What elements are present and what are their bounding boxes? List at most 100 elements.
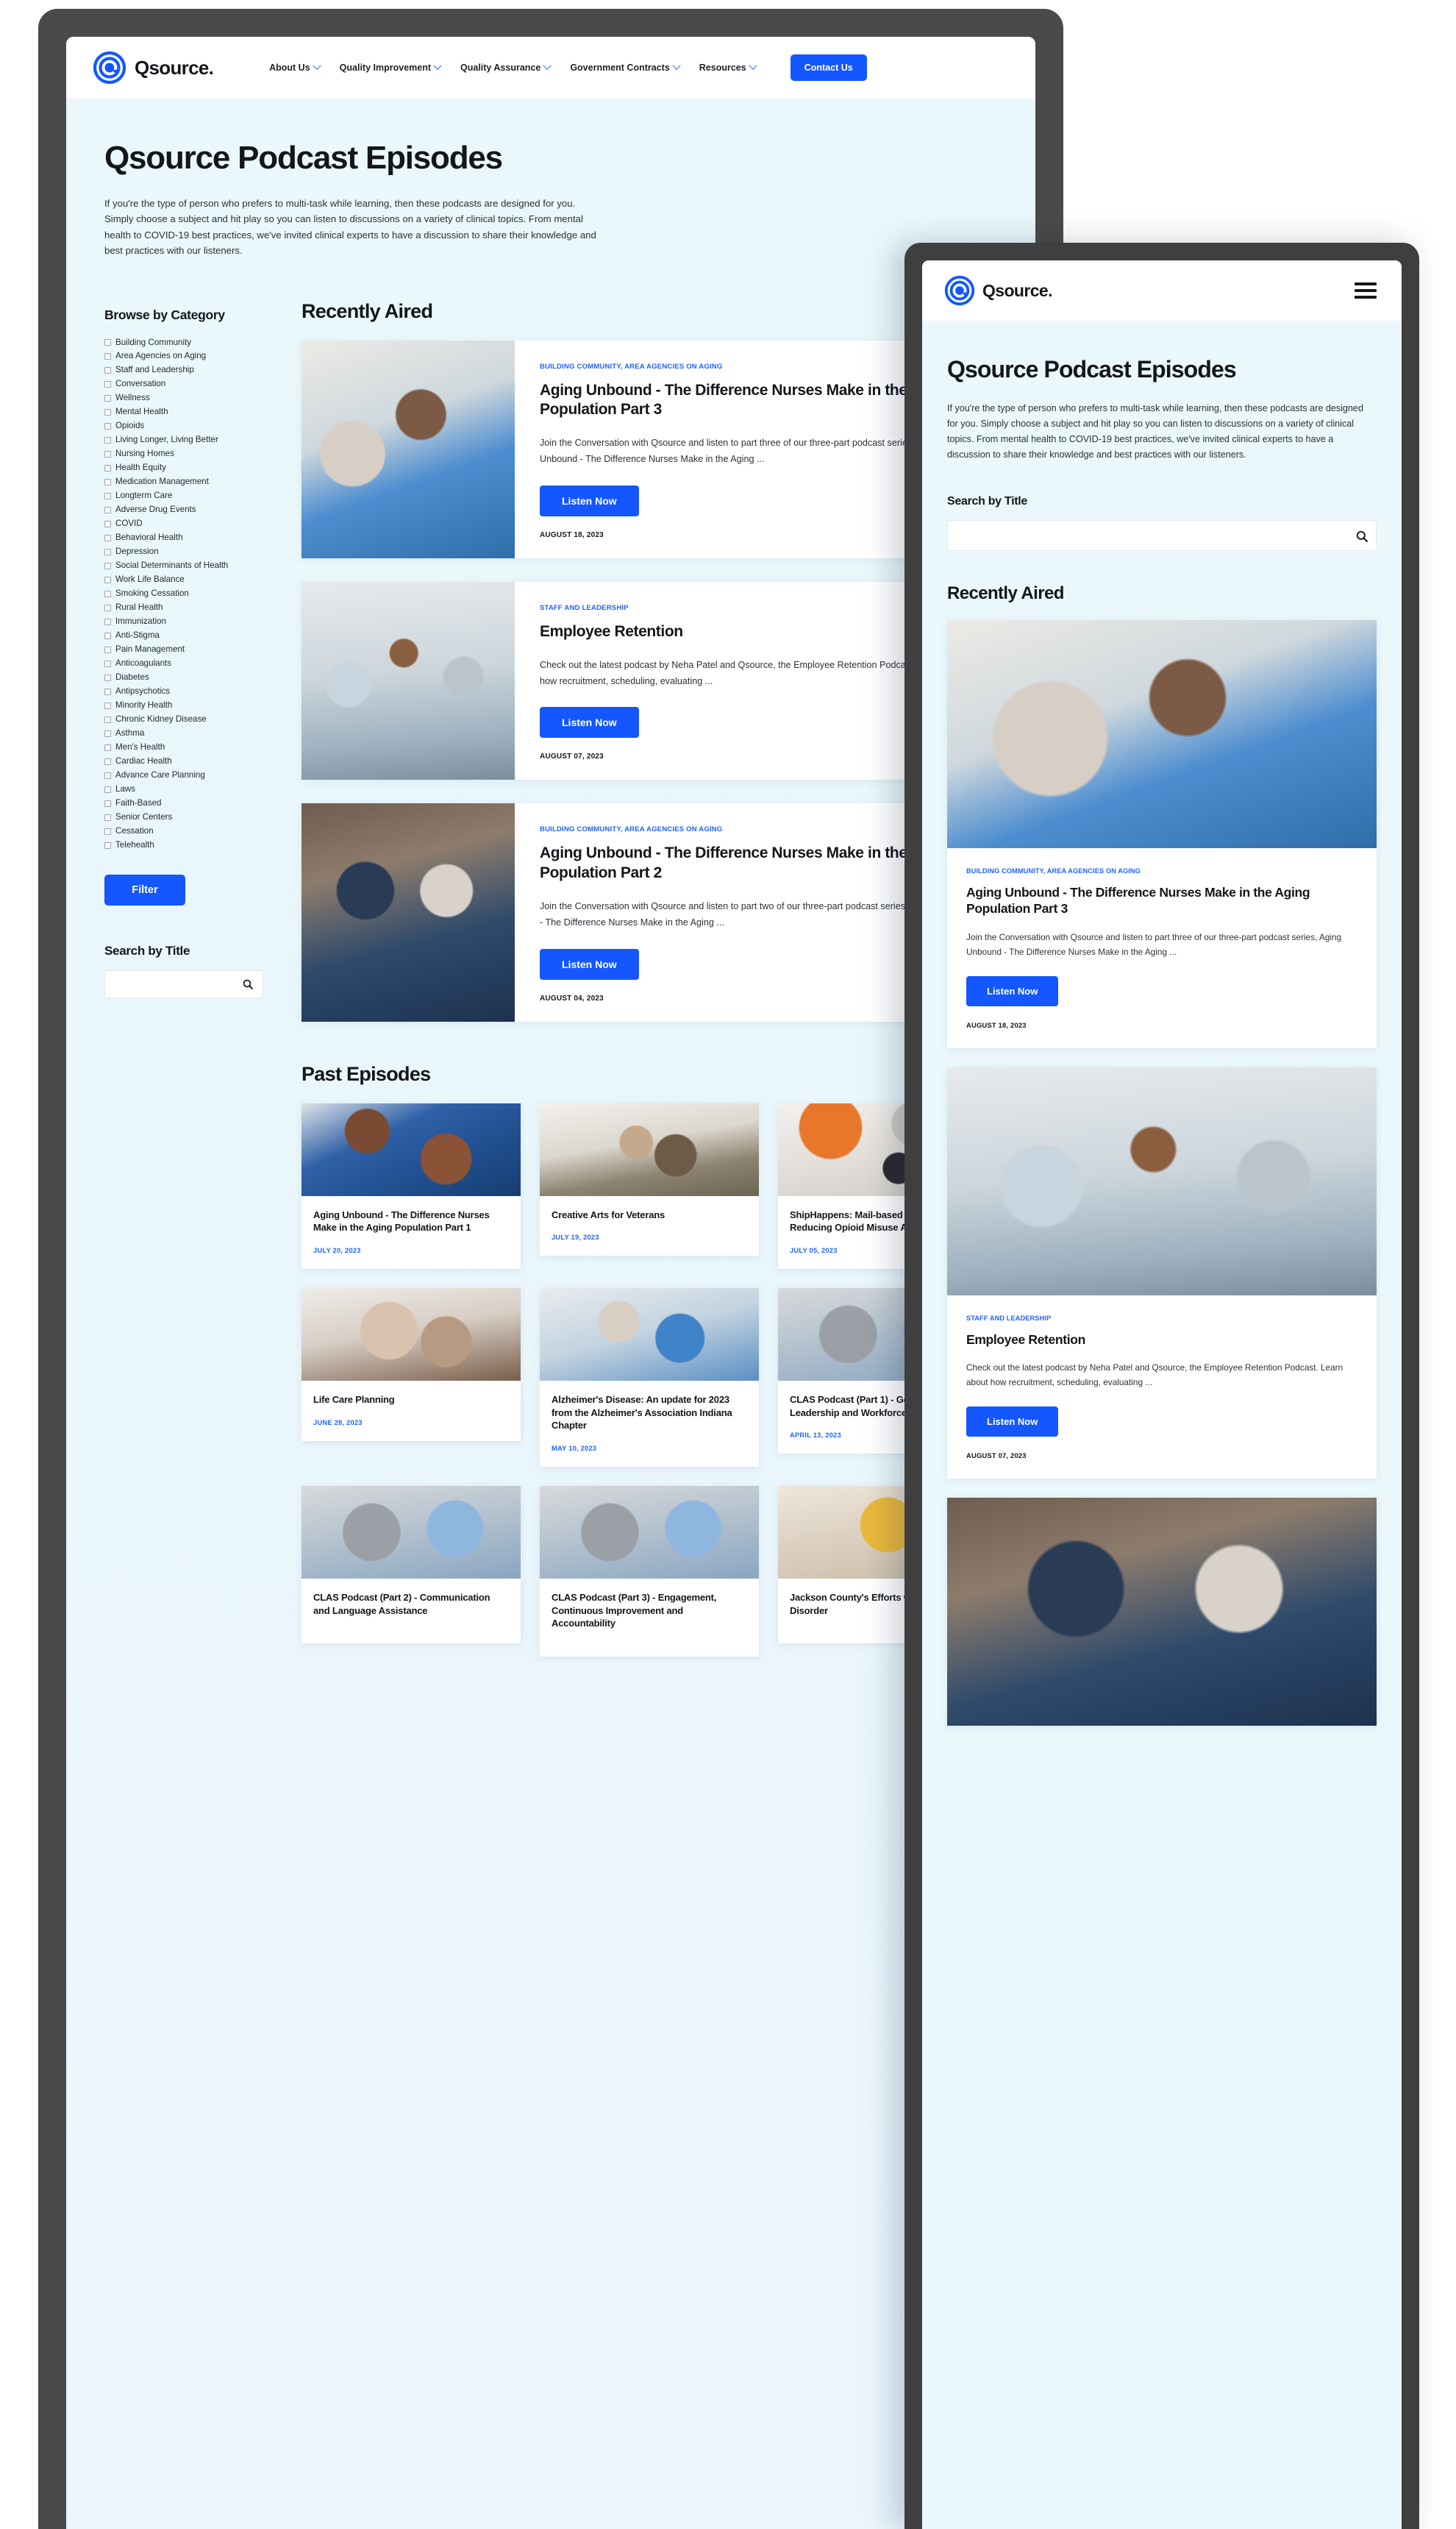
listen-now-button[interactable]: Listen Now: [540, 948, 639, 980]
past-episode-card[interactable]: CLAS Podcast (Part 2) - Communication an…: [301, 1486, 521, 1644]
nav-item-about-us[interactable]: About Us: [269, 61, 321, 73]
category-item[interactable]: Diabetes: [104, 672, 269, 683]
category-item[interactable]: Depression: [104, 547, 269, 557]
checkbox-icon[interactable]: [104, 409, 111, 416]
mobile-search-input[interactable]: [948, 520, 1376, 550]
category-item[interactable]: Conversation: [104, 379, 269, 389]
checkbox-icon[interactable]: [104, 772, 111, 779]
checkbox-icon[interactable]: [104, 604, 111, 611]
category-item[interactable]: Cessation: [104, 826, 269, 836]
episode-category[interactable]: BUILDING COMMUNITY, AREA AGENCIES ON AGI…: [966, 867, 1357, 875]
mobile-podcast-episode-card[interactable]: [947, 1498, 1377, 1726]
episode-title[interactable]: Alzheimer's Disease: An update for 2023 …: [552, 1393, 747, 1432]
checkbox-icon[interactable]: [104, 828, 111, 835]
checkbox-icon[interactable]: [104, 758, 111, 765]
mobile-podcast-episode-card[interactable]: BUILDING COMMUNITY, AREA AGENCIES ON AGI…: [947, 619, 1377, 1048]
episode-title[interactable]: Creative Arts for Veterans: [552, 1209, 747, 1222]
nav-item-quality-improvement[interactable]: Quality Improvement: [340, 61, 442, 73]
checkbox-icon[interactable]: [104, 353, 111, 360]
podcast-episode-card[interactable]: BUILDING COMMUNITY, AREA AGENCIES ON AGI…: [301, 803, 997, 1022]
checkbox-icon[interactable]: [104, 395, 111, 402]
checkbox-icon[interactable]: [104, 493, 111, 500]
category-item[interactable]: Antipsychotics: [104, 686, 269, 697]
filter-button[interactable]: Filter: [104, 874, 185, 906]
mobile-brand-logo[interactable]: Qsource.: [944, 275, 1053, 306]
checkbox-icon[interactable]: [104, 618, 111, 625]
checkbox-icon[interactable]: [104, 842, 111, 849]
checkbox-icon[interactable]: [104, 423, 111, 430]
checkbox-icon[interactable]: [104, 744, 111, 751]
category-item[interactable]: Opioids: [104, 421, 269, 431]
listen-now-button[interactable]: Listen Now: [966, 975, 1059, 1006]
nav-item-quality-assurance[interactable]: Quality Assurance: [460, 61, 552, 73]
category-item[interactable]: Asthma: [104, 728, 269, 739]
hamburger-menu-icon[interactable]: [1355, 279, 1377, 303]
checkbox-icon[interactable]: [104, 437, 111, 444]
checkbox-icon[interactable]: [104, 562, 111, 569]
past-episode-card[interactable]: Alzheimer's Disease: An update for 2023 …: [540, 1288, 759, 1468]
category-item[interactable]: Medication Management: [104, 477, 269, 487]
episode-title[interactable]: Employee Retention: [966, 1331, 1357, 1348]
category-item[interactable]: Social Determinants of Health: [104, 561, 269, 571]
category-item[interactable]: Building Community: [104, 338, 269, 348]
checkbox-icon[interactable]: [104, 716, 111, 723]
checkbox-icon[interactable]: [104, 465, 111, 472]
episode-title[interactable]: Aging Unbound - The Difference Nurses Ma…: [313, 1209, 509, 1234]
category-item[interactable]: Mental Health: [104, 407, 269, 417]
category-item[interactable]: Area Agencies on Aging: [104, 351, 269, 361]
listen-now-button[interactable]: Listen Now: [966, 1406, 1059, 1437]
checkbox-icon[interactable]: [104, 786, 111, 793]
nav-item-government-contracts[interactable]: Government Contracts: [570, 61, 681, 73]
category-item[interactable]: Longterm Care: [104, 491, 269, 501]
search-icon[interactable]: [243, 979, 253, 989]
category-item[interactable]: Senior Centers: [104, 812, 269, 822]
checkbox-icon[interactable]: [104, 339, 111, 346]
episode-category[interactable]: STAFF AND LEADERSHIP: [966, 1315, 1357, 1322]
category-item[interactable]: Rural Health: [104, 602, 269, 613]
category-item[interactable]: Anticoagulants: [104, 658, 269, 669]
podcast-episode-card[interactable]: STAFF AND LEADERSHIP Employee Retention Ch…: [301, 581, 997, 780]
category-item[interactable]: Pain Management: [104, 644, 269, 655]
episode-title[interactable]: CLAS Podcast (Part 3) - Engagement, Cont…: [552, 1591, 747, 1630]
category-item[interactable]: Smoking Cessation: [104, 588, 269, 599]
category-item[interactable]: Men's Health: [104, 742, 269, 753]
checkbox-icon[interactable]: [104, 590, 111, 597]
checkbox-icon[interactable]: [104, 632, 111, 639]
category-item[interactable]: Living Longer, Living Better: [104, 435, 269, 445]
checkbox-icon[interactable]: [104, 702, 111, 709]
checkbox-icon[interactable]: [104, 688, 111, 695]
category-item[interactable]: Minority Health: [104, 700, 269, 711]
checkbox-icon[interactable]: [104, 674, 111, 681]
category-item[interactable]: Laws: [104, 784, 269, 794]
checkbox-icon[interactable]: [104, 381, 111, 388]
search-icon[interactable]: [1356, 530, 1368, 542]
contact-us-button[interactable]: Contact Us: [790, 54, 867, 81]
category-item[interactable]: Nursing Homes: [104, 449, 269, 459]
checkbox-icon[interactable]: [104, 576, 111, 583]
category-item[interactable]: Cardiac Health: [104, 756, 269, 766]
category-item[interactable]: Anti-Stigma: [104, 630, 269, 641]
podcast-episode-card[interactable]: BUILDING COMMUNITY, AREA AGENCIES ON AGI…: [301, 340, 997, 558]
past-episode-card[interactable]: Aging Unbound - The Difference Nurses Ma…: [301, 1103, 521, 1270]
checkbox-icon[interactable]: [104, 660, 111, 667]
search-input[interactable]: [105, 970, 263, 997]
checkbox-icon[interactable]: [104, 521, 111, 528]
category-item[interactable]: Faith-Based: [104, 798, 269, 808]
brand-logo[interactable]: Qsource.: [93, 51, 214, 85]
episode-title[interactable]: Aging Unbound - The Difference Nurses Ma…: [966, 884, 1357, 918]
checkbox-icon[interactable]: [104, 549, 111, 555]
checkbox-icon[interactable]: [104, 646, 111, 653]
category-item[interactable]: Telehealth: [104, 840, 269, 850]
nav-item-resources[interactable]: Resources: [699, 61, 757, 73]
category-item[interactable]: Health Equity: [104, 463, 269, 473]
checkbox-icon[interactable]: [104, 507, 111, 514]
episode-title[interactable]: CLAS Podcast (Part 2) - Communication an…: [313, 1591, 509, 1617]
past-episode-card[interactable]: Life Care Planning JUNE 28, 2023: [301, 1288, 521, 1441]
listen-now-button[interactable]: Listen Now: [540, 485, 639, 516]
mobile-search-box[interactable]: [947, 519, 1377, 551]
category-item[interactable]: COVID: [104, 519, 269, 529]
category-item[interactable]: Work Life Balance: [104, 575, 269, 585]
category-item[interactable]: Staff and Leadership: [104, 365, 269, 375]
search-by-title-box[interactable]: [104, 970, 263, 998]
checkbox-icon[interactable]: [104, 367, 111, 374]
